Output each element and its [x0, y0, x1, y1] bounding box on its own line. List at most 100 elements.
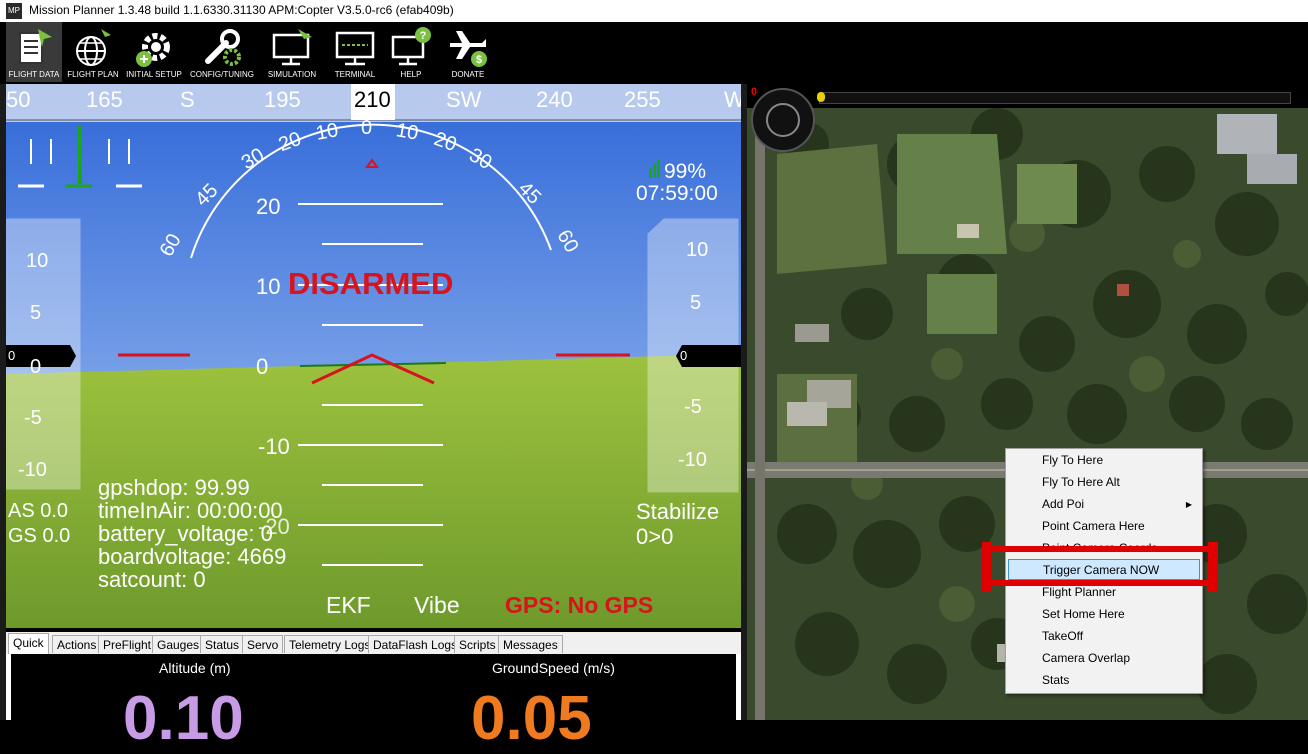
tab-gauges[interactable]: Gauges [152, 635, 205, 653]
menu-trigger-camera-now[interactable]: Trigger Camera NOW [1008, 559, 1200, 580]
help-icon: ? [391, 27, 431, 66]
heading-label: 255 [624, 87, 661, 112]
roll-label: 10 [314, 119, 340, 145]
map-progress-bar [819, 92, 1291, 104]
speed-scale-label: 0 [30, 356, 42, 378]
groundspeed-value[interactable]: 0.05 [471, 684, 592, 754]
groundspeed-label: GroundSpeed (m/s) [492, 660, 615, 676]
submenu-arrow-icon: ▶ [1185, 500, 1192, 509]
menu-fly-to-here[interactable]: Fly To Here [1008, 450, 1200, 471]
data-tabs: Quick Actions PreFlight Gauges Status Se… [6, 632, 741, 655]
pitch-label: -10 [258, 434, 290, 459]
donate-button[interactable]: $ DONATE [440, 22, 496, 82]
battery-percent: 99% [664, 160, 707, 183]
menu-stats[interactable]: Stats [1008, 670, 1200, 691]
tab-dataflash-logs[interactable]: DataFlash Logs [368, 635, 463, 653]
speed-scale-label: 10 [26, 250, 49, 272]
terminal-label: TERMINAL [334, 70, 376, 79]
config-tuning-label: CONFIG/TUNING [190, 70, 254, 79]
altitude-scale-label: 10 [686, 239, 709, 261]
map-context-menu: Fly To Here Fly To Here Alt Add Poi ▶ Po… [1005, 448, 1203, 694]
heading-label: W [724, 87, 741, 112]
ekf-status[interactable]: EKF [326, 592, 371, 619]
terminal-icon [335, 31, 375, 66]
map-indicator-value: 0 [751, 86, 758, 98]
donate-icon: $ [450, 31, 487, 67]
altitude-label: Altitude (m) [159, 660, 231, 676]
simulation-label: SIMULATION [267, 70, 317, 79]
menu-add-poi-label: Add Poi [1042, 497, 1085, 511]
heading-label: 195 [264, 87, 301, 112]
info-line: boardvoltage: 4669 [98, 544, 287, 569]
altitude-value[interactable]: 0.10 [123, 684, 244, 754]
pitch-label: 10 [256, 274, 281, 299]
speed-scale-label: 5 [30, 302, 42, 324]
title-bar: MP Mission Planner 1.3.48 build 1.1.6330… [0, 0, 1308, 23]
tab-messages[interactable]: Messages [498, 635, 563, 653]
tab-quick[interactable]: Quick [8, 633, 49, 654]
map-status-bar: 0 [747, 84, 1308, 108]
config-tuning-icon [205, 29, 241, 66]
map-progress-marker [817, 92, 825, 102]
armed-status: DISARMED [288, 266, 454, 301]
roll-label: 0 [361, 117, 373, 139]
window-title: Mission Planner 1.3.48 build 1.1.6330.31… [29, 3, 454, 17]
menu-set-home-here[interactable]: Set Home Here [1008, 604, 1200, 625]
flight-data-label: FLIGHT DATA [8, 70, 60, 79]
info-line: battery_voltage: 0 [98, 521, 273, 546]
help-label: HELP [400, 70, 422, 79]
simulation-button[interactable]: SIMULATION [262, 22, 322, 82]
heading-label: 50 [6, 87, 31, 112]
altitude-scale-label: 5 [690, 292, 702, 314]
pitch-label: 20 [256, 194, 281, 219]
help-button[interactable]: ? HELP [386, 22, 436, 82]
roll-label: 10 [394, 119, 421, 145]
app-icon: MP [6, 3, 22, 19]
heading-label: SW [446, 87, 482, 112]
quick-values: Altitude (m) 0.10 GroundSpeed (m/s) 0.05 [11, 654, 736, 753]
tab-servo[interactable]: Servo [242, 635, 284, 653]
initial-setup-icon [136, 33, 170, 67]
menu-point-camera-coords[interactable]: Point Camera Coords [1008, 538, 1200, 559]
speed-scale-label: -10 [18, 459, 47, 481]
highlight-annotation-left-cap [982, 542, 992, 592]
svg-text:?: ? [420, 30, 427, 42]
speed-scale-label: -5 [24, 407, 42, 429]
config-tuning-button[interactable]: CONFIG/TUNING [188, 22, 256, 82]
menu-fly-to-here-alt[interactable]: Fly To Here Alt [1008, 472, 1200, 493]
flight-plan-button[interactable]: FLIGHT PLAN [64, 22, 122, 82]
info-line: timeInAir: 00:00:00 [98, 498, 283, 523]
tab-actions[interactable]: Actions [52, 635, 102, 653]
tab-status[interactable]: Status [200, 635, 245, 653]
menu-point-camera-here[interactable]: Point Camera Here [1008, 516, 1200, 537]
highlight-annotation-right-cap [1208, 542, 1218, 592]
heading-current: 210 [354, 87, 391, 112]
info-line: satcount: 0 [98, 567, 206, 592]
terminal-button[interactable]: TERMINAL [326, 22, 384, 82]
groundspeed: GS 0.0 [8, 525, 71, 547]
vibe-status[interactable]: Vibe [414, 592, 460, 619]
clock: 07:59:00 [636, 182, 718, 205]
map-compass [751, 88, 815, 152]
heading-label: 240 [536, 87, 573, 112]
airspeed: AS 0.0 [8, 500, 69, 522]
tab-scripts[interactable]: Scripts [454, 635, 501, 653]
altitude-scale-label: -5 [684, 396, 702, 418]
menu-add-poi[interactable]: Add Poi ▶ [1008, 494, 1200, 515]
altitude-value: 0 [680, 348, 688, 363]
flight-plan-label: FLIGHT PLAN [67, 70, 119, 79]
heading-label: 165 [86, 87, 123, 112]
pitch-label: 0 [256, 354, 269, 379]
hud-panel[interactable]: 50 165 S 195 210 SW 240 255 W 60 45 30 2… [6, 84, 741, 628]
main-toolbar: FLIGHT DATA FLIGHT PLAN INITIAL SETUP CO… [0, 22, 1308, 82]
flight-data-button[interactable]: FLIGHT DATA [6, 22, 62, 82]
menu-camera-overlap[interactable]: Camera Overlap [1008, 648, 1200, 669]
menu-flight-planner[interactable]: Flight Planner [1008, 582, 1200, 603]
simulation-icon [272, 29, 312, 66]
menu-takeoff[interactable]: TakeOff [1008, 626, 1200, 647]
speed-value: 0 [8, 348, 16, 363]
flight-data-icon [19, 29, 52, 64]
tab-preflight[interactable]: PreFlight [98, 635, 157, 653]
initial-setup-button[interactable]: INITIAL SETUP [124, 22, 184, 82]
tab-telemetry-logs[interactable]: Telemetry Logs [284, 635, 376, 653]
